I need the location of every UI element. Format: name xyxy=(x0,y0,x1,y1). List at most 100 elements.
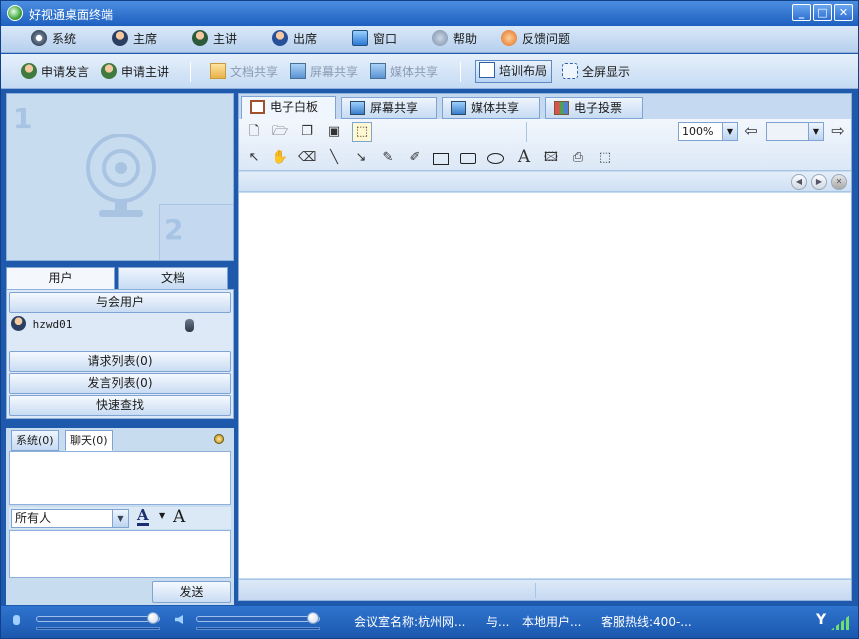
app-window: 好视通桌面终端 _ □ ✕ 系统 主席 主讲 出席 窗口 帮助 反馈问题 申请发… xyxy=(0,0,859,639)
menu-window[interactable]: 窗口 xyxy=(352,30,397,49)
copy-icon[interactable]: ❐ xyxy=(298,123,316,141)
nav-back-icon[interactable]: ◀ xyxy=(791,174,807,190)
open-folder-icon[interactable]: 🗁 xyxy=(271,123,289,141)
menu-system-label: 系统 xyxy=(52,32,77,46)
microphone-icon xyxy=(13,615,20,625)
line-icon[interactable]: ╲ xyxy=(325,149,343,167)
status-divider xyxy=(535,583,536,598)
menu-presenter-label: 主讲 xyxy=(213,32,238,46)
speaker-icon xyxy=(175,615,183,624)
image-icon[interactable]: 🖾 xyxy=(542,149,560,167)
send-button[interactable]: 发送 xyxy=(152,581,231,603)
toolbar: 申请发言 申请主讲 文档共享 屏幕共享 媒体共享 培训布局 全屏显示 xyxy=(1,54,858,89)
training-layout-button[interactable]: 培训布局 xyxy=(475,60,553,83)
chevron-down-icon: ▼ xyxy=(808,123,823,140)
tab-docs[interactable]: 文档 xyxy=(118,267,228,290)
ellipse-icon[interactable] xyxy=(487,153,504,164)
fullscreen-label: 全屏显示 xyxy=(582,65,631,79)
tab-chat[interactable]: 聊天(0) xyxy=(65,430,113,451)
user-row[interactable]: hzwd01 xyxy=(11,316,229,336)
recipient-select[interactable]: 所有人 ▼ xyxy=(11,509,129,528)
menu-attend[interactable]: 出席 xyxy=(272,30,317,49)
rectangle-icon[interactable] xyxy=(433,153,449,165)
menu-help-label: 帮助 xyxy=(453,32,478,46)
toolbar-separator xyxy=(460,62,461,82)
feedback-icon xyxy=(501,30,517,46)
font-color-dropdown-icon[interactable]: ▼ xyxy=(159,511,165,520)
microphone-icon[interactable] xyxy=(185,319,194,332)
training-layout-label: 培训布局 xyxy=(499,64,548,78)
video-area: 1 2 xyxy=(6,93,234,261)
chat-messages xyxy=(9,451,231,505)
chat-panel: 系统(0) 聊天(0) 所有人 ▼ A ▼ A 发送 xyxy=(6,428,234,605)
fullscreen-button[interactable]: 全屏显示 xyxy=(562,63,630,81)
tab-media-share-label: 媒体共享 xyxy=(471,101,520,115)
minimize-button[interactable]: _ xyxy=(792,4,811,21)
doc-share-label: 文档共享 xyxy=(230,65,279,79)
room-name: 会议室名称:杭州网... xyxy=(354,615,466,629)
content-status-bar xyxy=(239,579,851,600)
tab-media-share[interactable]: 媒体共享 xyxy=(442,97,540,119)
pointer-icon[interactable]: ↖ xyxy=(245,149,263,167)
maximize-button[interactable]: □ xyxy=(813,4,832,21)
menu-chair[interactable]: 主席 xyxy=(112,30,157,49)
mic-volume-thumb[interactable] xyxy=(147,612,159,624)
eraser-icon[interactable]: ⌫ xyxy=(298,149,316,167)
video-slot-2-number: 2 xyxy=(164,213,184,246)
webcam-icon xyxy=(86,134,156,217)
menu-system[interactable]: 系统 xyxy=(31,30,76,49)
menu-help[interactable]: 帮助 xyxy=(432,30,477,49)
font-color-icon[interactable]: A xyxy=(137,508,149,526)
video-slot-2[interactable]: 2 xyxy=(159,204,233,260)
mic-volume-slider[interactable] xyxy=(36,612,160,624)
menu-presenter[interactable]: 主讲 xyxy=(192,30,237,49)
title-bar: 好视通桌面终端 _ □ ✕ xyxy=(1,1,858,26)
next-page-icon[interactable]: ⇨ xyxy=(829,122,847,140)
request-host-button[interactable]: 申请主讲 xyxy=(101,63,169,81)
save-icon[interactable]: ▣ xyxy=(325,123,343,141)
hand-icon[interactable]: ✋ xyxy=(271,149,289,167)
screen-share-button[interactable]: 屏幕共享 xyxy=(290,63,358,81)
media-share-button[interactable]: 媒体共享 xyxy=(370,63,438,81)
screenshot-icon[interactable]: ⎙ xyxy=(569,149,587,167)
request-list-button[interactable]: 请求列表(0) xyxy=(9,351,231,372)
whiteboard-canvas[interactable] xyxy=(239,193,851,578)
arrow-icon[interactable]: ↘ xyxy=(352,149,370,167)
speaker-volume-thumb[interactable] xyxy=(307,612,319,624)
request-host-icon xyxy=(101,63,117,79)
request-speak-button[interactable]: 申请发言 xyxy=(21,63,89,81)
menu-feedback[interactable]: 反馈问题 xyxy=(501,30,570,49)
select-area-icon[interactable]: ⬚ xyxy=(596,149,614,167)
tab-system-messages[interactable]: 系统(0) xyxy=(11,430,59,451)
doc-share-button[interactable]: 文档共享 xyxy=(210,63,278,81)
users-panel: 与会用户 hzwd01 请求列表(0) 发言列表(0) 快速查找 xyxy=(6,289,234,419)
tab-vote[interactable]: 电子投票 xyxy=(545,97,643,119)
tab-whiteboard[interactable]: 电子白板 xyxy=(241,96,336,120)
filled-rectangle-icon[interactable] xyxy=(460,153,476,164)
image-import-icon[interactable]: ⬚ xyxy=(352,122,372,142)
prev-page-icon[interactable]: ⇦ xyxy=(742,122,760,140)
zoom-select[interactable]: 100% ▼ xyxy=(678,122,738,141)
close-board-icon[interactable]: ✕ xyxy=(831,174,847,190)
chat-input[interactable] xyxy=(9,530,231,578)
font-icon[interactable]: A xyxy=(173,507,185,527)
speaker-volume-slider[interactable] xyxy=(196,612,320,624)
attendees-header-button[interactable]: 与会用户 xyxy=(9,292,231,313)
speak-list-button[interactable]: 发言列表(0) xyxy=(9,373,231,394)
menu-bar: 系统 主席 主讲 出席 窗口 帮助 反馈问题 xyxy=(1,26,858,53)
text-icon[interactable]: A xyxy=(515,148,533,166)
highlighter-icon[interactable]: ✐ xyxy=(406,149,424,167)
page-select[interactable]: ▼ xyxy=(766,122,824,141)
whiteboard-icon xyxy=(250,100,265,114)
app-logo-icon xyxy=(7,5,23,21)
whiteboard-toolbar: 🗋 🗁 ❐ ▣ ⬚ 100% ▼ ⇦ ▼ ⇨ ↖ ✋ ⌫ ╲ ↘ ✎ ✐ A 🖾… xyxy=(239,119,851,171)
new-file-icon[interactable]: 🗋 xyxy=(245,123,263,141)
close-button[interactable]: ✕ xyxy=(834,4,853,21)
request-speak-label: 申请发言 xyxy=(41,65,90,79)
quick-find-button[interactable]: 快速查找 xyxy=(9,395,231,416)
tab-users[interactable]: 用户 xyxy=(6,267,115,290)
pin-icon[interactable] xyxy=(214,434,224,444)
pen-icon[interactable]: ✎ xyxy=(379,149,397,167)
nav-forward-icon[interactable]: ▶ xyxy=(811,174,827,190)
tab-screen-share[interactable]: 屏幕共享 xyxy=(341,97,437,119)
